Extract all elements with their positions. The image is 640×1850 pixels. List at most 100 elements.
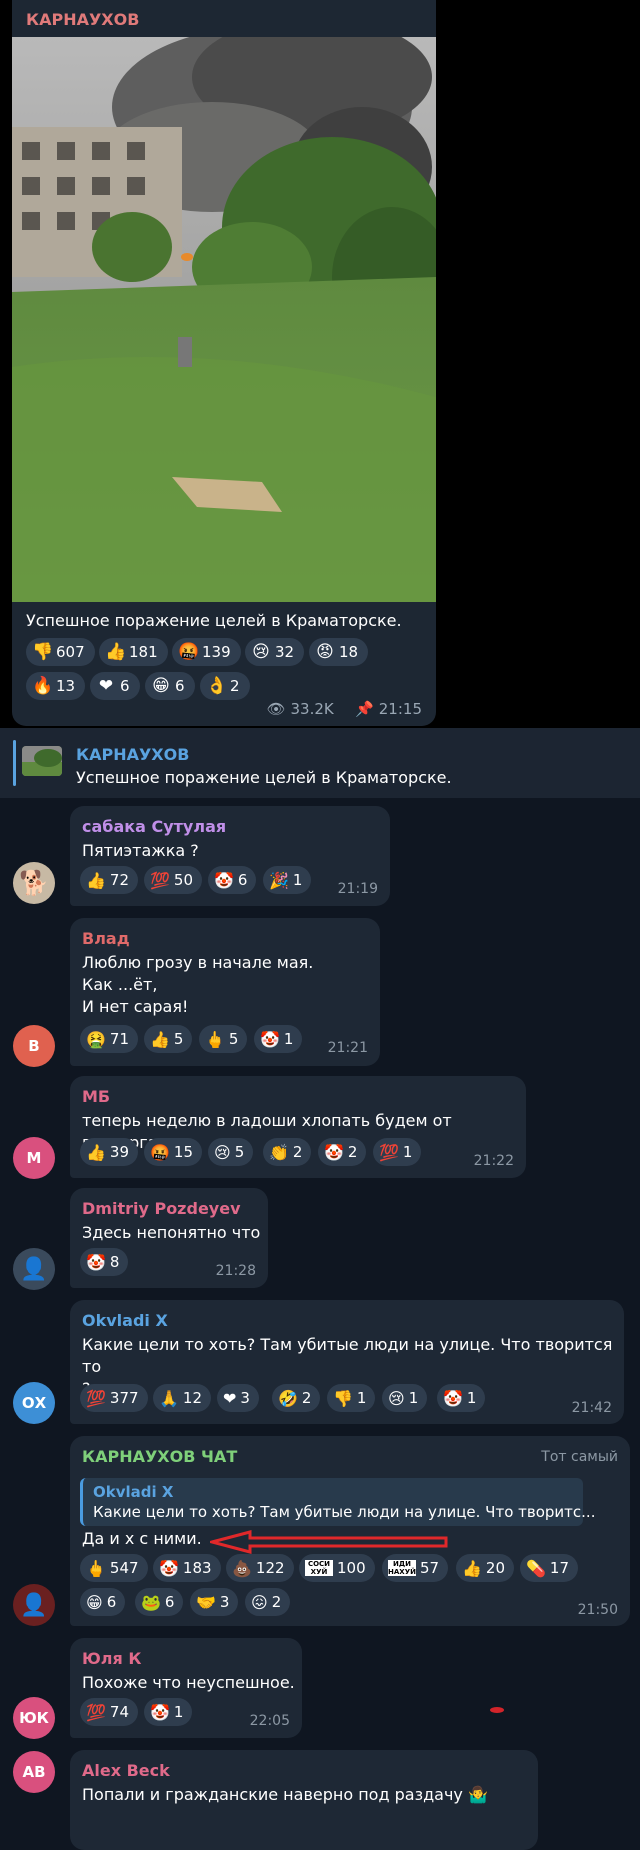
poop-icon: 💩	[232, 1558, 252, 1578]
message-author[interactable]: Okvladi X	[82, 1311, 168, 1330]
reaction-count: 17	[549, 1559, 570, 1577]
thumbs-up-icon: 👍	[462, 1558, 482, 1578]
reaction-clown[interactable]: 🤡 6	[208, 866, 257, 894]
reaction-count: 6	[120, 677, 130, 695]
post-author[interactable]: КАРНАУХОВ	[26, 10, 139, 29]
message-time: 21:50	[577, 1602, 618, 1618]
reaction-count: 39	[109, 1143, 130, 1161]
message-time: 21:28	[215, 1263, 256, 1279]
message-bubble[interactable]: МБ теперь неделю в ладоши хлопать будем …	[70, 1076, 526, 1178]
reaction-thumbs-up[interactable]: 👍 72	[80, 866, 139, 894]
reaction-angry-face[interactable]: 😡 18	[309, 638, 369, 666]
reaction-thumbs-up[interactable]: 👍 5	[144, 1025, 193, 1053]
reaction-folded-hands[interactable]: 🙏 12	[153, 1384, 212, 1412]
message-bubble[interactable]: КАРНАУХОВ ЧАТ Тот самый Okvladi X Какие …	[70, 1436, 630, 1626]
avatar-letter[interactable]: В	[13, 1025, 55, 1067]
reaction-count: 2	[347, 1143, 358, 1161]
reaction-handshake[interactable]: 🤝 3	[190, 1588, 239, 1616]
message-author[interactable]: МБ	[82, 1087, 110, 1106]
dog-icon: 🐕	[19, 869, 49, 897]
reaction-sticker-sosi[interactable]: СОСИ ХУЙ 100	[299, 1554, 375, 1582]
reaction-middle-finger[interactable]: 🖕 547	[80, 1554, 148, 1582]
reaction-cursing-face[interactable]: 🤬 139	[172, 638, 241, 666]
reaction-count: 1	[408, 1389, 419, 1407]
reaction-clapping[interactable]: 👏 2	[263, 1138, 312, 1166]
message-author[interactable]: КАРНАУХОВ ЧАТ	[82, 1447, 237, 1466]
reaction-clown[interactable]: 🤡 183	[153, 1554, 221, 1582]
reaction-crying-face[interactable]: 😢 5	[208, 1138, 254, 1166]
message-bubble[interactable]: сабака Сутулая Пятиэтажка ? 21:19 👍 72 💯 50…	[70, 806, 390, 906]
reaction-thumbs-up[interactable]: 👍 181	[99, 638, 168, 666]
reaction-clown[interactable]: 🤡 1	[437, 1384, 486, 1412]
reaction-thumbs-up[interactable]: 👍 39	[80, 1138, 139, 1166]
reaction-count: 2	[292, 1143, 303, 1161]
message-bubble[interactable]: Alex Beck Попали и гражданские наверно п…	[70, 1750, 538, 1850]
avatar-letter[interactable]: ОХ	[13, 1382, 55, 1424]
post-photo[interactable]	[12, 37, 436, 602]
reaction-party-popper[interactable]: 🎉 1	[263, 866, 312, 894]
reaction-hundred[interactable]: 💯 1	[373, 1138, 422, 1166]
message-bubble[interactable]: Влад Люблю грозу в начале мая. Как ...ёт…	[70, 918, 380, 1066]
reaction-grin-face[interactable]: 😁 6	[145, 672, 195, 700]
pinned-title: КАРНАУХОВ	[76, 745, 190, 764]
reaction-hundred[interactable]: 💯 377	[80, 1384, 148, 1412]
reaction-crying-face[interactable]: 😢 1	[382, 1384, 428, 1412]
message-author[interactable]: Юля К	[82, 1649, 141, 1668]
reaction-crying-face[interactable]: 😢 32	[245, 638, 305, 666]
crying-face-icon: 😢	[214, 1142, 231, 1162]
thumbs-up-icon: 👍	[105, 642, 127, 662]
reaction-count: 5	[173, 1030, 184, 1048]
avatar-letter[interactable]: ЮК	[13, 1697, 55, 1739]
reaction-count: 1	[283, 1030, 294, 1048]
reaction-rofl-face[interactable]: 🤣 2	[272, 1384, 321, 1412]
post-time: 21:15	[378, 700, 422, 718]
message-author[interactable]: Влад	[82, 929, 130, 948]
channel-post[interactable]: КАРНАУХОВ Успешное поражение целей в Кра…	[12, 0, 436, 726]
reaction-clown[interactable]: 🤡 1	[254, 1025, 303, 1053]
reaction-heart[interactable]: ❤ 3	[217, 1384, 259, 1412]
reaction-count: 12	[182, 1389, 203, 1407]
reaction-clown[interactable]: 🤡 8	[80, 1248, 129, 1276]
thumbs-down-icon: 👎	[333, 1388, 353, 1408]
person-icon: 👤	[20, 1256, 48, 1282]
reaction-sticker-idi[interactable]: ИДИ НАХУЙ 57	[382, 1554, 449, 1582]
clown-icon: 🤡	[214, 870, 234, 890]
avatar-photo[interactable]: 👤	[13, 1584, 55, 1626]
message-text: Попали и гражданские наверно под раздачу…	[82, 1785, 488, 1804]
reaction-middle-finger[interactable]: 🖕 5	[199, 1025, 248, 1053]
message-bubble[interactable]: Okvladi X Какие цели то хоть? Там убитые…	[70, 1300, 624, 1424]
reaction-thumbs-up[interactable]: 👍 20	[456, 1554, 515, 1582]
reaction-cursing-face[interactable]: 🤬 15	[144, 1138, 203, 1166]
reaction-hundred[interactable]: 💯 74	[80, 1698, 139, 1726]
reaction-thumbs-down[interactable]: 👎 607	[26, 638, 95, 666]
avatar-letter[interactable]: М	[13, 1137, 55, 1179]
message-author[interactable]: Dmitriy Pozdeyev	[82, 1199, 241, 1218]
avatar-letter[interactable]: AB	[13, 1751, 55, 1793]
message-text: Да и х с ними.	[82, 1529, 202, 1548]
reaction-ok-hand[interactable]: 👌 2	[200, 672, 250, 700]
reaction-poop[interactable]: 💩 122	[226, 1554, 294, 1582]
reaction-count: 6	[237, 871, 248, 889]
reaction-thumbs-down[interactable]: 👎 1	[327, 1384, 376, 1412]
reaction-grin-face[interactable]: 😁 6	[80, 1588, 126, 1616]
reply-quote[interactable]: Okvladi X Какие цели то хоть? Там убитые…	[80, 1478, 595, 1526]
rofl-face-icon: 🤣	[278, 1388, 298, 1408]
reaction-count: 6	[164, 1593, 175, 1611]
reaction-heart[interactable]: ❤ 6	[90, 672, 140, 700]
message-author[interactable]: сабака Сутулая	[82, 817, 226, 836]
message-author[interactable]: Alex Beck	[82, 1761, 170, 1780]
reaction-count: 74	[109, 1703, 130, 1721]
reaction-sticker-face[interactable]: 😖 2	[245, 1588, 291, 1616]
reaction-clown[interactable]: 🤡 2	[318, 1138, 367, 1166]
reaction-sticker-frog[interactable]: 🐸 6	[135, 1588, 184, 1616]
reaction-nauseated-face[interactable]: 🤮 71	[80, 1025, 139, 1053]
avatar-photo[interactable]: 👤	[13, 1248, 55, 1290]
reaction-pill[interactable]: 💊 17	[520, 1554, 579, 1582]
avatar-dog[interactable]: 🐕	[13, 862, 55, 904]
message-bubble[interactable]: Dmitriy Pozdeyev Здесь непонятно что 21:…	[70, 1188, 268, 1288]
reaction-clown[interactable]: 🤡 1	[144, 1698, 193, 1726]
message-bubble[interactable]: Юля К Похоже что неуспешное. 22:05 💯 74 🤡 1	[70, 1638, 302, 1738]
reaction-hundred[interactable]: 💯 50	[144, 866, 203, 894]
hundred-icon: 💯	[379, 1142, 399, 1162]
reaction-fire[interactable]: 🔥 13	[26, 672, 86, 700]
